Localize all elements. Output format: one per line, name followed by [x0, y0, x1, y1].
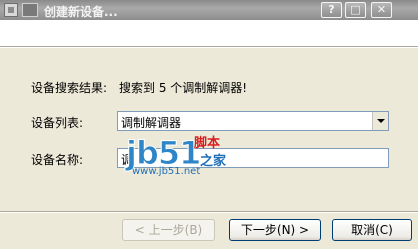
watermark-url: www.jb51.net [132, 166, 201, 177]
search-result-label: 设备搜索结果: [31, 81, 108, 95]
header-separator [0, 46, 418, 48]
header-panel [0, 20, 418, 46]
footer-separator [0, 211, 418, 213]
cancel-button[interactable]: 取消(C) [332, 219, 412, 241]
search-result-value: 搜索到 5 个调制解调器! [119, 81, 248, 95]
next-button[interactable]: 下一步(N) > [229, 219, 321, 241]
device-list-label: 设备列表: [31, 116, 84, 130]
device-icon [22, 3, 38, 17]
watermark-logo: jb51 脚本 之家 www.jb51.net [118, 128, 228, 178]
back-button[interactable]: < 上一步(B) [122, 219, 215, 241]
watermark-tag-top: 脚本 [194, 136, 221, 151]
watermark-tag-bottom: 之家 [200, 154, 227, 169]
maximize-button[interactable]: □ [345, 2, 366, 18]
create-device-dialog: 创建新设备... ? □ ✕ 设备搜索结果: 搜索到 5 个调制解调器! 设备列… [0, 0, 418, 249]
device-name-label: 设备名称: [31, 153, 84, 167]
close-button[interactable]: ✕ [371, 2, 392, 18]
help-button[interactable]: ? [321, 2, 342, 18]
chevron-down-icon[interactable] [372, 112, 388, 130]
window-title: 创建新设备... [44, 5, 118, 19]
title-bar[interactable]: 创建新设备... ? □ ✕ [0, 0, 418, 20]
app-icon[interactable] [4, 3, 18, 17]
